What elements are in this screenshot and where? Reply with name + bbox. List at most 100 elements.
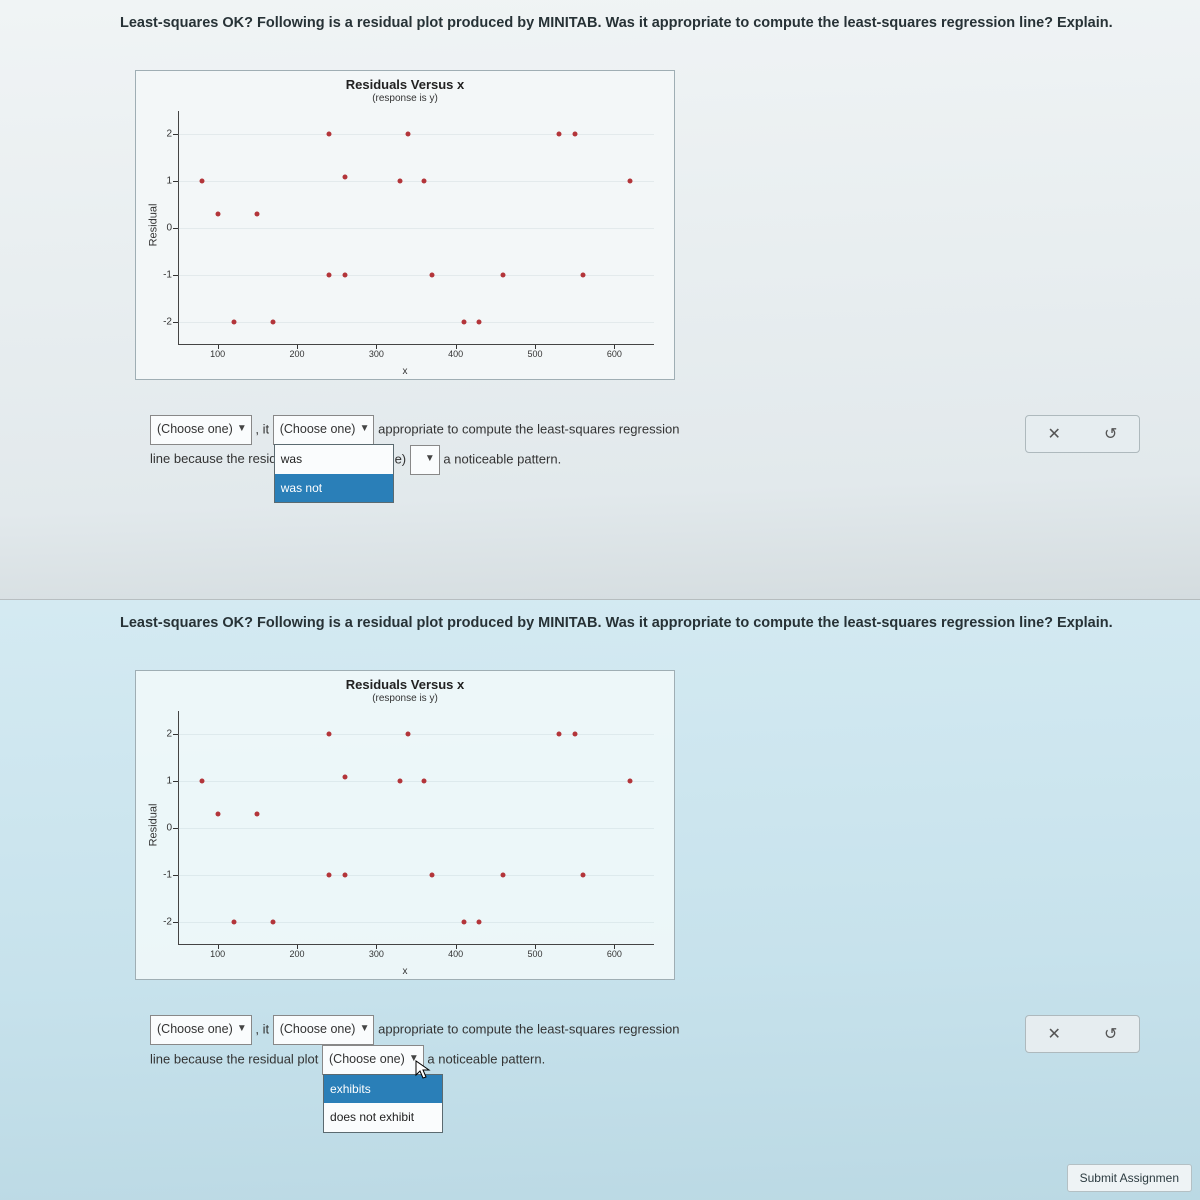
dropdown-exhibits-bot[interactable]: (Choose one) exhibits does not exhibit xyxy=(322,1045,424,1075)
ytick-label: -1 xyxy=(163,869,178,880)
reset-icon-b[interactable]: ↺ xyxy=(1098,1021,1124,1047)
question-panel-bottom: Least-squares OK? Following is a residua… xyxy=(0,600,1200,1200)
answer-sentence-bottom: (Choose one) , it (Choose one) appropria… xyxy=(150,1015,1160,1075)
dropdown-wasnot-menu-top[interactable]: was was not xyxy=(274,444,394,504)
question-bold: Least-squares OK? xyxy=(120,15,253,31)
question-bold-b: Least-squares OK? xyxy=(120,615,253,631)
data-point xyxy=(461,319,466,324)
plot-area-bottom: -2-1012100200300400500600 xyxy=(178,711,654,945)
data-point xyxy=(461,919,466,924)
ytick-label: 2 xyxy=(166,729,178,740)
data-point xyxy=(231,319,236,324)
data-point xyxy=(628,779,633,784)
ytick-label: 2 xyxy=(166,129,178,140)
xtick-label: 500 xyxy=(527,345,542,359)
data-point xyxy=(501,272,506,277)
data-point xyxy=(429,872,434,877)
data-point xyxy=(231,919,236,924)
data-point xyxy=(421,179,426,184)
data-point xyxy=(406,132,411,137)
close-icon-b[interactable]: ✕ xyxy=(1041,1021,1067,1047)
plot-subtitle: (response is y) xyxy=(136,93,674,104)
data-point xyxy=(398,779,403,784)
data-point xyxy=(477,919,482,924)
y-axis-label-b: Residual xyxy=(147,804,159,847)
reset-icon[interactable]: ↺ xyxy=(1098,421,1124,447)
data-point xyxy=(572,732,577,737)
data-point xyxy=(199,179,204,184)
close-icon[interactable]: ✕ xyxy=(1041,421,1067,447)
data-point xyxy=(326,132,331,137)
dropdown-partial-top[interactable] xyxy=(410,445,440,475)
xtick-label: 400 xyxy=(448,945,463,959)
question-text: Least-squares OK? Following is a residua… xyxy=(120,14,1180,32)
ytick-label: 0 xyxy=(166,823,178,834)
plot-title: Residuals Versus x xyxy=(136,77,674,92)
dropdown-yesno-bot[interactable]: (Choose one) xyxy=(150,1015,252,1045)
option-wasnot[interactable]: was not xyxy=(275,474,393,503)
dropdown-wasnot-bot[interactable]: (Choose one) xyxy=(273,1015,375,1045)
xtick-label: 300 xyxy=(369,945,384,959)
answer-sentence-top: (Choose one) , it (Choose one) was was n… xyxy=(150,415,1160,475)
data-point xyxy=(580,272,585,277)
data-point xyxy=(477,319,482,324)
residual-plot-top: Residuals Versus x (response is y) Resid… xyxy=(135,70,675,380)
data-point xyxy=(580,872,585,877)
data-point xyxy=(572,132,577,137)
xtick-label: 200 xyxy=(289,945,304,959)
answer-toolbar-bot: ✕ ↺ xyxy=(1025,1015,1140,1053)
data-point xyxy=(215,811,220,816)
data-point xyxy=(326,272,331,277)
data-point xyxy=(556,732,561,737)
data-point xyxy=(215,211,220,216)
data-point xyxy=(199,779,204,784)
data-point xyxy=(255,811,260,816)
option-doesnot[interactable]: does not exhibit xyxy=(324,1103,442,1132)
data-point xyxy=(342,872,347,877)
xtick-label: 500 xyxy=(527,945,542,959)
question-text-b: Least-squares OK? Following is a residua… xyxy=(120,614,1180,632)
data-point xyxy=(342,174,347,179)
xtick-label: 200 xyxy=(289,345,304,359)
data-point xyxy=(556,132,561,137)
question-rest-b: Following is a residual plot produced by… xyxy=(253,615,1113,631)
x-axis-label: x xyxy=(136,366,674,377)
plot-subtitle-b: (response is y) xyxy=(136,693,674,704)
ytick-label: 0 xyxy=(166,223,178,234)
ytick-label: -1 xyxy=(163,269,178,280)
dropdown-yesno-top[interactable]: (Choose one) xyxy=(150,415,252,445)
ytick-label: 1 xyxy=(166,776,178,787)
submit-button[interactable]: Submit Assignmen xyxy=(1067,1164,1192,1192)
plot-area-top: -2-1012100200300400500600 xyxy=(178,111,654,345)
plot-title-b: Residuals Versus x xyxy=(136,677,674,692)
xtick-label: 100 xyxy=(210,945,225,959)
y-axis-label: Residual xyxy=(147,204,159,247)
question-panel-top: Least-squares OK? Following is a residua… xyxy=(0,0,1200,600)
xtick-label: 400 xyxy=(448,345,463,359)
xtick-label: 600 xyxy=(607,945,622,959)
question-rest: Following is a residual plot produced by… xyxy=(253,15,1113,31)
xtick-label: 100 xyxy=(210,345,225,359)
answer-toolbar-top: ✕ ↺ xyxy=(1025,415,1140,453)
data-point xyxy=(501,872,506,877)
data-point xyxy=(342,272,347,277)
xtick-label: 300 xyxy=(369,345,384,359)
data-point xyxy=(429,272,434,277)
data-point xyxy=(326,872,331,877)
ytick-label: -2 xyxy=(163,916,178,927)
cursor-icon xyxy=(415,1060,431,1080)
dropdown-exhibits-menu[interactable]: exhibits does not exhibit xyxy=(323,1074,443,1134)
xtick-label: 600 xyxy=(607,345,622,359)
data-point xyxy=(398,179,403,184)
residual-plot-bottom: Residuals Versus x (response is y) Resid… xyxy=(135,670,675,980)
data-point xyxy=(342,774,347,779)
data-point xyxy=(406,732,411,737)
data-point xyxy=(271,919,276,924)
ytick-label: 1 xyxy=(166,176,178,187)
data-point xyxy=(326,732,331,737)
data-point xyxy=(271,319,276,324)
ytick-label: -2 xyxy=(163,316,178,327)
dropdown-wasnot-top[interactable]: (Choose one) was was not xyxy=(273,415,375,445)
option-was[interactable]: was xyxy=(275,445,393,474)
data-point xyxy=(421,779,426,784)
